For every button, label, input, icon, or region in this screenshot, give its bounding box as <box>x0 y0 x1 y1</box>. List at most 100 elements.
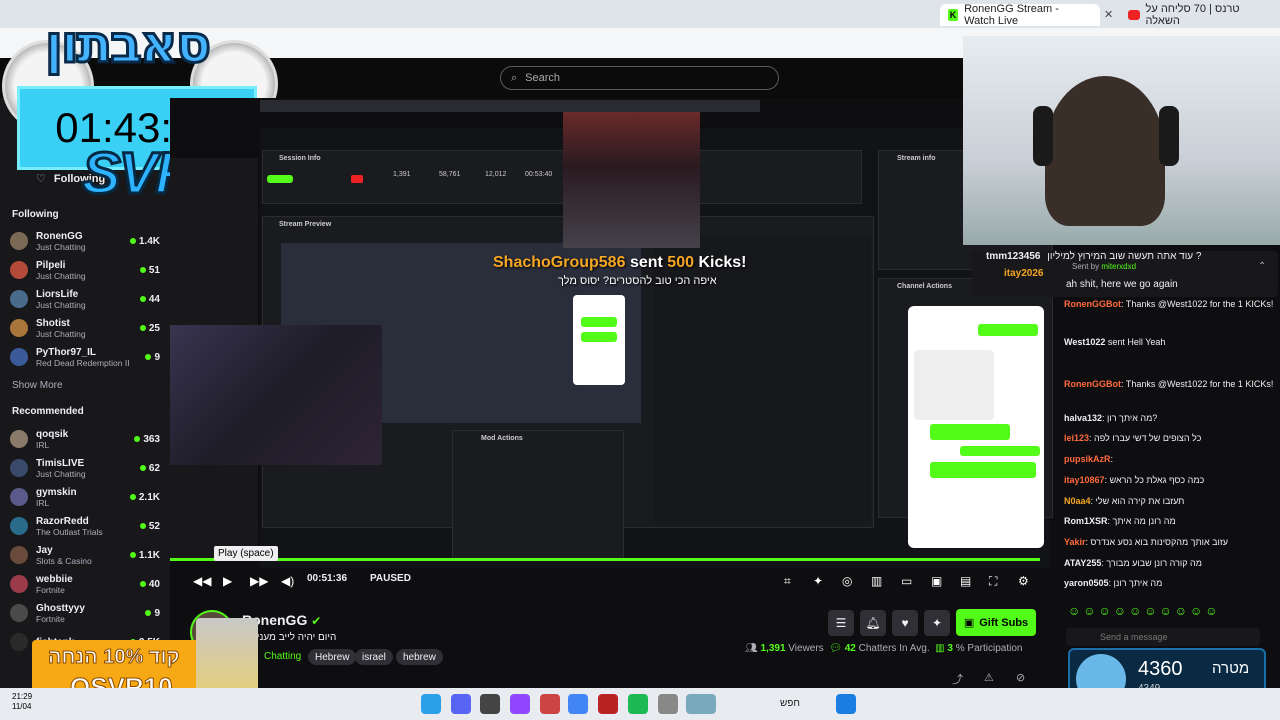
chat-message-input[interactable]: Send a message <box>1066 628 1260 646</box>
share-icon[interactable]: ⤴ <box>952 671 963 687</box>
recommended-channel-item[interactable]: Jay Slots & Casino 1.1K <box>10 542 160 568</box>
spotify-icon[interactable] <box>628 694 648 714</box>
subathon-logo: סאבתון <box>43 14 212 77</box>
progress-bar[interactable] <box>170 558 1040 561</box>
weather-icon[interactable] <box>686 694 716 714</box>
files-icon[interactable] <box>658 694 678 714</box>
promo-line1: קוד 10% הנחה <box>48 646 181 669</box>
users-icon: 👥︎ <box>745 643 758 654</box>
chat-username[interactable]: yaron0505 <box>1064 578 1109 588</box>
channel-avatar <box>10 546 28 564</box>
chat-username[interactable]: Rom1XSR <box>1064 516 1108 526</box>
nested-phone-msg <box>581 317 617 327</box>
chat-text: : מה רונן מה איתך <box>1107 516 1176 526</box>
stats-icon[interactable]: ▥ <box>871 574 882 588</box>
clip-icon[interactable]: ⌗ <box>784 574 791 589</box>
viewer-count: 44 <box>139 294 160 305</box>
chat-username[interactable]: West1022 <box>1064 337 1105 347</box>
chat-username[interactable]: RonenGGBot <box>1064 299 1121 309</box>
chat-username[interactable]: lei123 <box>1064 433 1089 443</box>
following-channel-item[interactable]: RonenGG Just Chatting 1.4K <box>10 228 160 254</box>
chat-username[interactable]: halva132 <box>1064 413 1102 423</box>
windows-start-icon[interactable] <box>836 694 856 714</box>
recommended-channel-item[interactable]: webbiie Fortnite 40 <box>10 571 160 597</box>
live-dot-icon <box>145 610 152 616</box>
chat-text: : תעזבו את קירה הוא שלי <box>1090 496 1185 506</box>
show-more-button[interactable]: Show More <box>12 380 63 391</box>
forward-icon[interactable]: ▶▶ <box>250 574 268 588</box>
recommended-channel-item[interactable]: RazorRedd The Outlast Trials 52 <box>10 513 160 539</box>
rewind-icon[interactable]: ◀◀ <box>193 574 211 588</box>
chrome-icon[interactable] <box>568 694 588 714</box>
following-channel-item[interactable]: LiorsLife Just Chatting 44 <box>10 286 160 312</box>
tab-youtube[interactable]: טרנס | 70 סליחה על השאלה <box>1120 3 1280 27</box>
emote-bar-icon[interactable]: ☺☺☺☺☺☺☺☺☺☺ <box>1068 604 1221 618</box>
chat-username[interactable]: ATAY255 <box>1064 558 1101 568</box>
sparkle-icon[interactable]: ✦ <box>813 574 823 588</box>
chat-username[interactable]: Yakir <box>1064 537 1086 547</box>
mute-icon[interactable]: ⊘ <box>1016 671 1025 684</box>
mini-player-icon[interactable]: ▤ <box>960 574 971 588</box>
channel-avatar <box>10 348 28 366</box>
viewer-count: 25 <box>139 323 160 334</box>
streamer-silhouette <box>1045 76 1165 226</box>
app-icon[interactable] <box>540 694 560 714</box>
theater-icon[interactable]: ▭ <box>901 574 912 588</box>
fullscreen-icon[interactable]: ⛶ <box>989 574 997 589</box>
goal-label: מטרה <box>1212 660 1250 677</box>
telegram-icon[interactable] <box>421 694 441 714</box>
speed-icon[interactable]: ◎ <box>842 574 852 588</box>
chat-username[interactable]: pupsikAzR <box>1064 454 1111 464</box>
obs-icon[interactable] <box>598 694 618 714</box>
tag-hebrew[interactable]: Hebrew <box>308 649 357 665</box>
viewer-count: 9 <box>145 352 160 363</box>
capture-icon[interactable] <box>480 694 500 714</box>
twitch-icon[interactable] <box>510 694 530 714</box>
session-info-panel: Session Info 1,391 58,761 12,012 00:53:4… <box>262 150 862 204</box>
recommended-channel-item[interactable]: Ghosttyyy Fortnite 9 <box>10 600 160 626</box>
chat-username[interactable]: N0aa4 <box>1064 496 1091 506</box>
chat-message: ATAY255: מה קורה רונן שבוע מבורך <box>1064 557 1274 569</box>
volume-icon[interactable]: ◀) <box>281 574 294 588</box>
search-input[interactable]: ⌕ Search <box>500 66 779 90</box>
discord-icon[interactable] <box>451 694 471 714</box>
chat-text: : עזוב אותך מהקסינות בוא נסע אנדרס <box>1085 537 1229 547</box>
unpin-icon[interactable]: ⌃ <box>1258 261 1266 272</box>
chat-message: Yakir: עזוב אותך מהקסינות בוא נסע אנדרס <box>1064 536 1274 548</box>
channel-avatar <box>10 232 28 250</box>
gift-subs-button[interactable]: ▣ Gift Subs <box>956 609 1036 636</box>
recommended-channel-item[interactable]: gymskin IRL 2.1K <box>10 484 160 510</box>
follow-heart-icon[interactable]: ♥ <box>892 610 918 636</box>
report-icon[interactable]: ⚠ <box>984 671 994 684</box>
sparkle-button-icon[interactable]: ✦ <box>924 610 950 636</box>
bell-icon[interactable]: 🔔︎ <box>860 610 886 636</box>
chat-username[interactable]: RonenGGBot <box>1064 379 1121 389</box>
channel-category: Just Chatting <box>36 468 86 479</box>
chat-username[interactable]: itay10867 <box>1064 475 1105 485</box>
list-icon[interactable]: ☰ <box>828 610 854 636</box>
following-channel-item[interactable]: Pilpeli Just Chatting 51 <box>10 257 160 283</box>
search-icon: ⌕ <box>511 71 518 84</box>
os-search[interactable]: חפש <box>780 698 800 709</box>
streamer-webcam <box>963 36 1280 245</box>
category-link[interactable]: Chatting <box>264 651 301 662</box>
viewer-count: 2.1K <box>129 492 160 503</box>
tab-ronengg-stream[interactable]: K RonenGG Stream - Watch Live <box>940 3 1100 27</box>
heart-icon: ♡ <box>36 173 46 185</box>
following-channel-item[interactable]: PyThor97_IL Red Dead Redemption II 9 <box>10 344 160 370</box>
chat-message: lei123: כל הצופים של דשי עברו לפה <box>1064 432 1274 444</box>
recommended-channel-item[interactable]: TimisLIVE Just Chatting 62 <box>10 455 160 481</box>
following-channel-item[interactable]: Shotist Just Chatting 25 <box>10 315 160 341</box>
close-tab-icon[interactable]: ✕ <box>1104 8 1113 21</box>
channel-name: LiorsLife <box>36 288 79 300</box>
pip-icon[interactable]: ▣ <box>931 574 942 588</box>
channel-category: Just Chatting <box>36 299 86 310</box>
recommended-channel-item[interactable]: qoqsik IRL 363 <box>10 426 160 452</box>
live-dot-icon <box>134 436 141 442</box>
channel-name: Pilpeli <box>36 259 66 271</box>
tag-hebrew-lower[interactable]: hebrew <box>396 649 443 665</box>
headphone-left <box>1033 106 1053 166</box>
tag-israel[interactable]: israel <box>355 649 393 665</box>
settings-gear-icon[interactable]: ⚙ <box>1018 574 1029 588</box>
play-icon[interactable]: ▶ <box>223 574 232 588</box>
